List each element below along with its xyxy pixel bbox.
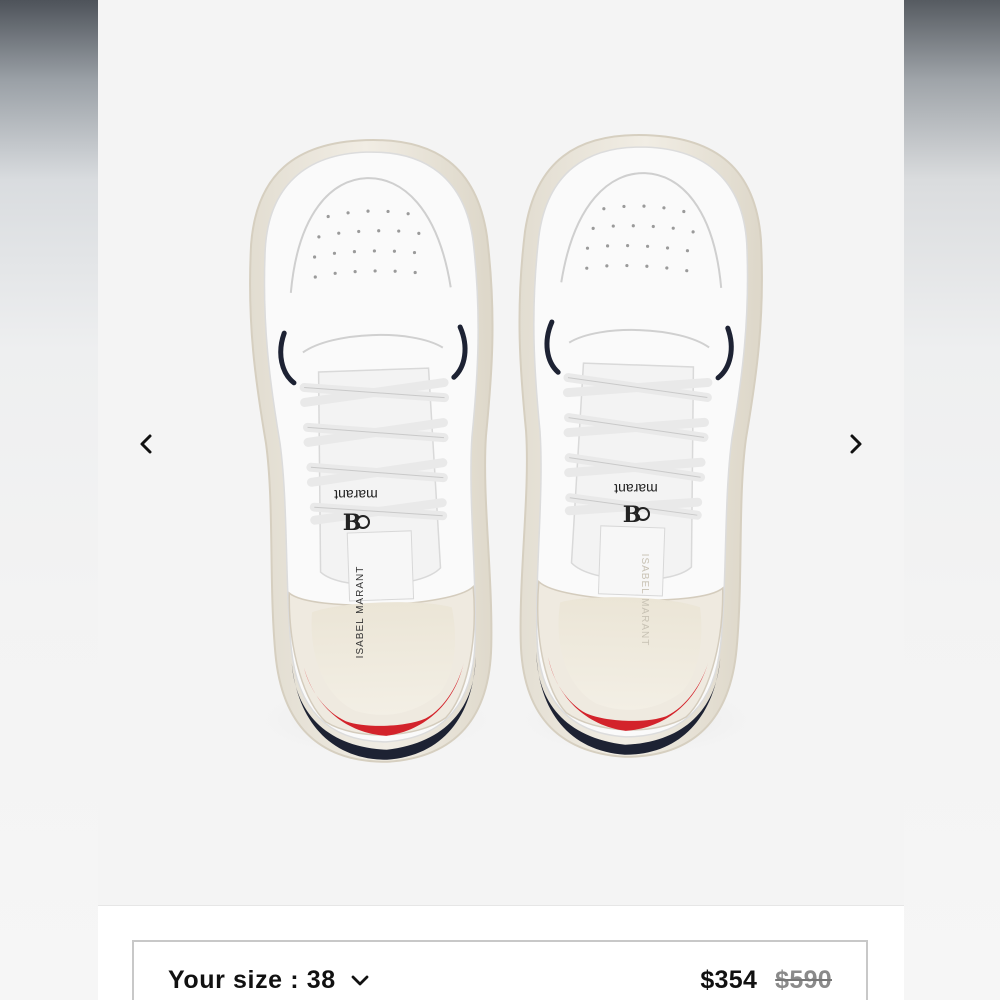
chevron-left-icon: [140, 434, 152, 454]
size-label: Your size : 38: [168, 966, 336, 994]
insole-brand-right: ISABEL MARANT: [639, 554, 650, 647]
blurred-background-right: [904, 0, 1000, 1000]
svg-text:B: B: [343, 510, 362, 536]
svg-text:marant: marant: [334, 487, 378, 503]
purchase-panel: Your size : 38 $354 $590: [98, 905, 904, 1000]
price-original: $590: [775, 966, 832, 994]
blurred-background-left: [0, 0, 98, 1000]
chevron-right-icon: [850, 434, 862, 454]
insole-brand-left: ISABEL MARANT: [355, 566, 366, 659]
product-image: marant B marant B ISABEL MARANT ISABEL M…: [98, 0, 904, 905]
next-image-button[interactable]: [840, 428, 872, 460]
product-viewer: marant B marant B ISABEL MARANT ISABEL M…: [98, 0, 904, 1000]
size-selector[interactable]: Your size : 38: [168, 966, 370, 995]
previous-image-button[interactable]: [130, 428, 162, 460]
chevron-down-icon: [351, 975, 369, 985]
price-group: $354 $590: [700, 966, 832, 995]
svg-text:marant: marant: [614, 481, 658, 497]
svg-text:B: B: [623, 502, 642, 528]
size-price-bar: Your size : 38 $354 $590: [132, 940, 868, 1000]
price-current: $354: [700, 966, 758, 994]
image-gallery: marant B marant B ISABEL MARANT ISABEL M…: [98, 0, 904, 905]
